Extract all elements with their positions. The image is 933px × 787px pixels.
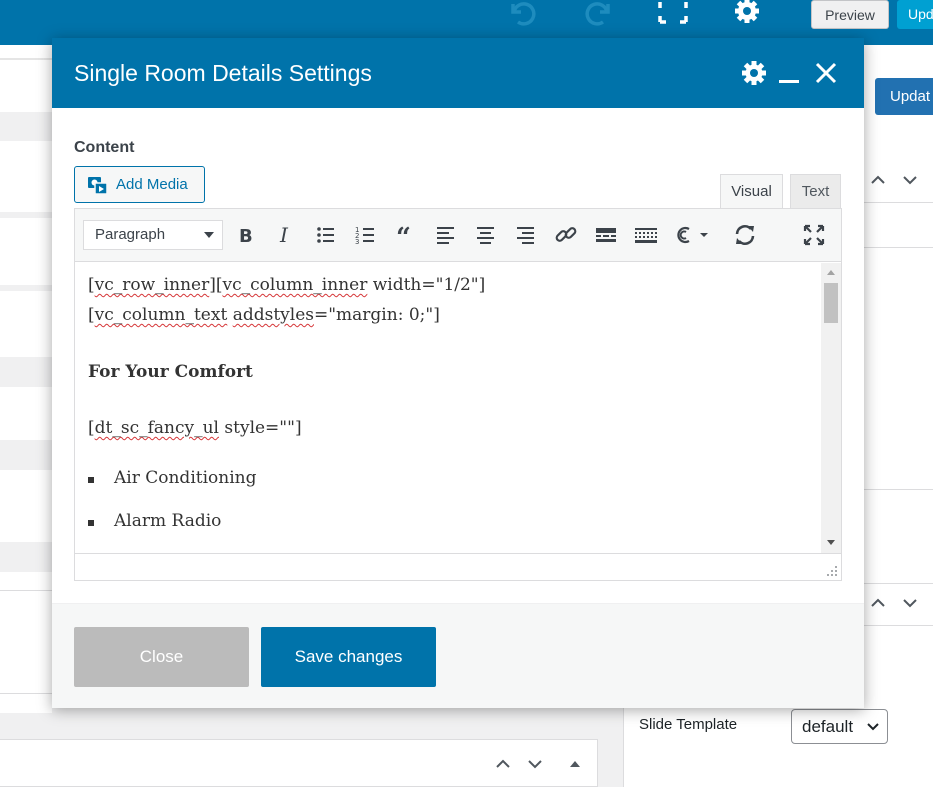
- update-button-secondary[interactable]: Updat: [875, 78, 933, 115]
- read-more-icon[interactable]: [593, 222, 619, 248]
- chevron-up-icon[interactable]: [869, 171, 887, 189]
- bullet-list-icon[interactable]: [313, 222, 339, 248]
- modal-header: Single Room Details Settings: [52, 38, 864, 108]
- fullscreen-icon[interactable]: [658, 0, 688, 31]
- undo-icon[interactable]: [507, 0, 539, 31]
- close-icon[interactable]: [815, 62, 837, 89]
- modal-title: Single Room Details Settings: [74, 60, 372, 86]
- preview-button[interactable]: Preview: [811, 0, 889, 29]
- tab-text[interactable]: Text: [790, 174, 841, 209]
- save-changes-button[interactable]: Save changes: [261, 627, 436, 687]
- shortcode-token: dt_sc_fancy_ul: [94, 418, 219, 438]
- collapsed-panel: [0, 739, 598, 787]
- update-button[interactable]: Upd: [897, 0, 933, 29]
- blockquote-icon[interactable]: “: [393, 222, 419, 248]
- shortcode-line-1: [vc_row_inner][vc_column_inner width="1/…: [88, 275, 486, 295]
- slide-template-select[interactable]: default: [791, 709, 888, 744]
- toolbar-toggle-icon[interactable]: [633, 222, 659, 248]
- resize-handle-icon[interactable]: [826, 565, 838, 577]
- align-left-icon[interactable]: [433, 222, 459, 248]
- shortcode-attr: ="margin: 0;"]: [313, 305, 440, 325]
- chevron-up-icon[interactable]: [869, 594, 887, 612]
- slide-template-value: default: [802, 717, 854, 736]
- bold-icon[interactable]: B: [233, 222, 259, 248]
- gear-icon[interactable]: [741, 60, 767, 91]
- editor-content-area[interactable]: [vc_row_inner][vc_column_inner width="1/…: [75, 263, 821, 553]
- editor-toolbar: Paragraph B I 123 “: [75, 209, 841, 262]
- shortcode-token: vc_column_inner: [222, 275, 368, 295]
- modal-footer: Close Save changes: [52, 603, 864, 708]
- add-media-button[interactable]: Add Media: [74, 166, 205, 203]
- align-center-icon[interactable]: [473, 222, 499, 248]
- arrow-up-icon[interactable]: [566, 755, 584, 773]
- shortcode-line-3: [dt_sc_fancy_ul style=""]: [88, 418, 302, 438]
- tab-visual[interactable]: Visual: [720, 174, 783, 209]
- list-item: Alarm Radio: [114, 511, 222, 531]
- svg-text:3: 3: [355, 238, 359, 246]
- fullscreen-icon[interactable]: [801, 222, 827, 248]
- list-bullet: [88, 477, 94, 483]
- list-item: Air Conditioning: [114, 468, 257, 488]
- refresh-icon[interactable]: [732, 222, 758, 248]
- svg-text:B: B: [239, 226, 253, 247]
- shortcode-token: addstyles: [232, 305, 314, 325]
- minimize-icon[interactable]: [778, 62, 800, 89]
- shortcode-token: vc_column_text: [94, 305, 228, 325]
- scroll-down-icon[interactable]: [826, 539, 836, 547]
- chevron-down-icon[interactable]: [526, 755, 544, 773]
- redo-icon[interactable]: [582, 0, 614, 31]
- chevron-down-icon[interactable]: [901, 594, 919, 612]
- shortcode-line-2: [vc_column_text addstyles="margin: 0;"]: [88, 305, 440, 325]
- media-icon: [88, 177, 108, 195]
- close-button[interactable]: Close: [74, 627, 249, 687]
- format-select[interactable]: Paragraph: [83, 220, 223, 250]
- slide-template-label: Slide Template: [639, 716, 738, 733]
- scrollbar-thumb[interactable]: [824, 283, 838, 323]
- format-select-value: Paragraph: [95, 226, 166, 243]
- svg-text:“: “: [396, 223, 411, 248]
- list-bullet: [88, 520, 94, 526]
- italic-icon[interactable]: I: [273, 222, 299, 248]
- shortcode-token: vc_row_inner: [94, 275, 210, 295]
- dropdown-arrow-icon: [204, 232, 214, 238]
- gear-icon[interactable]: [733, 0, 761, 31]
- editor-scrollbar[interactable]: [821, 263, 841, 553]
- align-right-icon[interactable]: [513, 222, 539, 248]
- chevron-down-icon[interactable]: [901, 171, 919, 189]
- editor-statusbar: [75, 553, 841, 580]
- shortcode-attr: width="1/2"]: [367, 275, 486, 295]
- content-label: Content: [74, 139, 135, 156]
- content-editor: Paragraph B I 123 “ [vc_row_inner][vc_co…: [74, 208, 842, 581]
- add-media-label: Add Media: [116, 176, 188, 193]
- svg-text:I: I: [279, 223, 289, 247]
- content-heading: For Your Comfort: [88, 362, 253, 382]
- settings-modal: Single Room Details Settings Content Add…: [52, 38, 864, 708]
- chevron-up-icon[interactable]: [494, 755, 512, 773]
- shortcode-icon[interactable]: [673, 222, 713, 248]
- link-icon[interactable]: [553, 222, 579, 248]
- scroll-up-icon[interactable]: [826, 268, 836, 276]
- chevron-down-icon: [867, 723, 879, 731]
- shortcode-attr: style=""]: [219, 418, 302, 438]
- numbered-list-icon[interactable]: 123: [353, 222, 379, 248]
- background-content-left: [0, 45, 52, 713]
